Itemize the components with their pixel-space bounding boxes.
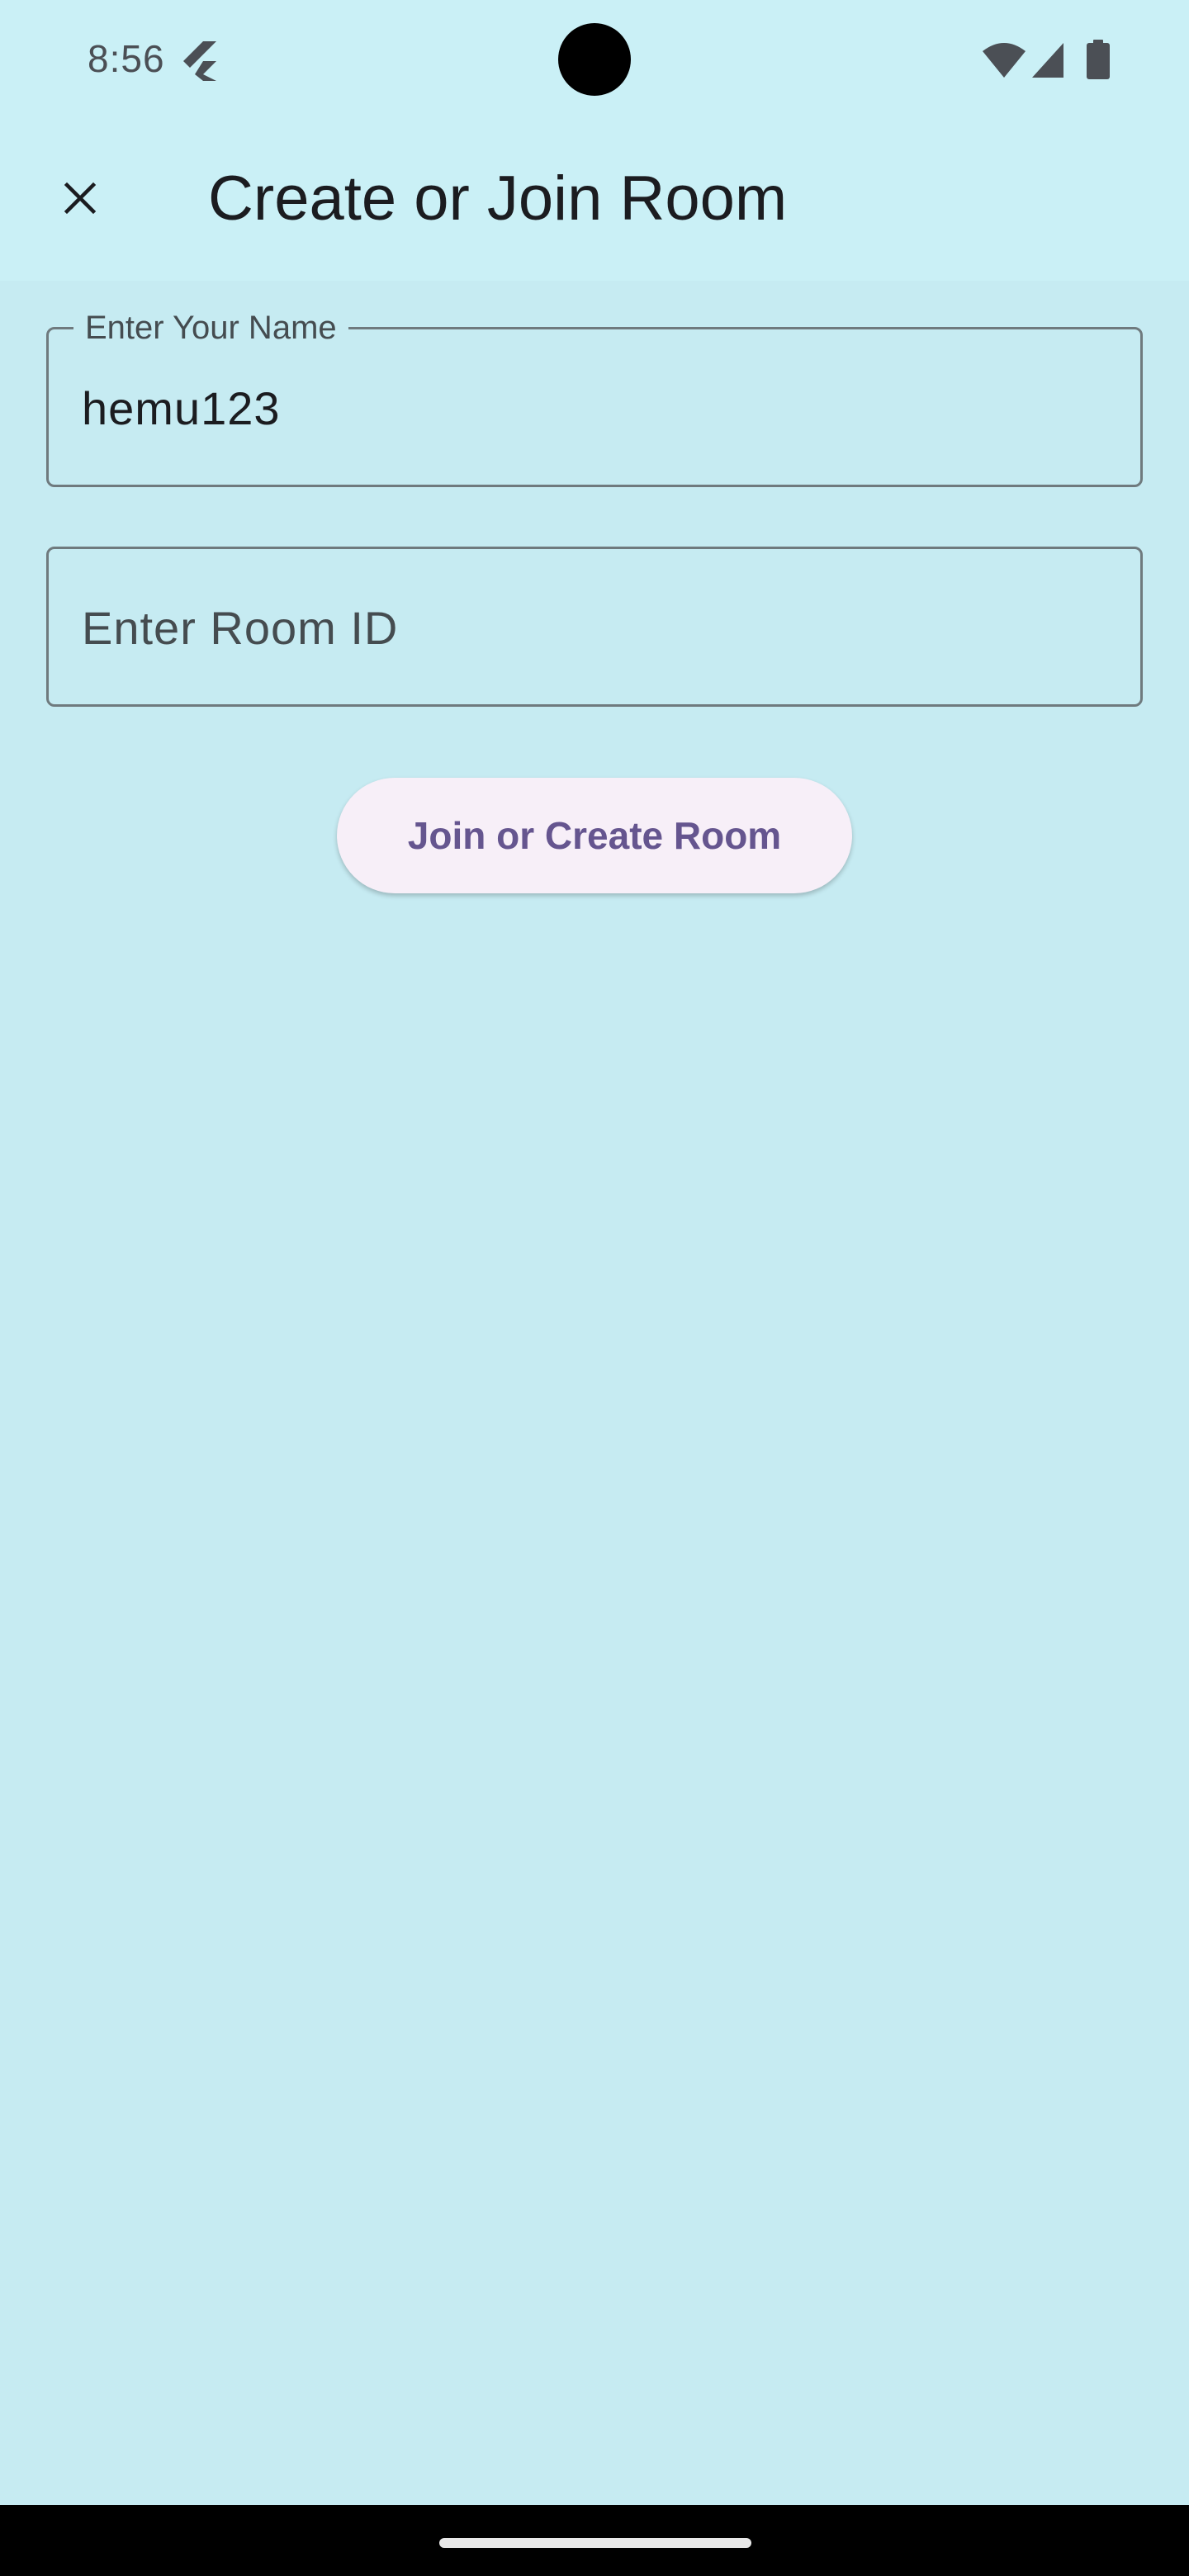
home-indicator[interactable] [439, 2538, 751, 2548]
page-title: Create or Join Room [208, 163, 788, 234]
join-or-create-room-button[interactable]: Join or Create Room [337, 778, 852, 893]
top-area: 8:56 Create or Join Room [0, 0, 1189, 281]
status-time: 8:56 [88, 37, 165, 80]
room-id-input[interactable] [82, 590, 1106, 665]
signal-icon [1032, 43, 1063, 78]
name-field-label: Enter Your Name [73, 306, 348, 349]
name-input[interactable] [82, 371, 1106, 445]
wifi-icon [983, 43, 1026, 78]
flutter-app-icon [183, 41, 216, 81]
close-button[interactable] [41, 159, 119, 237]
room-id-field[interactable] [46, 547, 1143, 707]
name-field[interactable]: Enter Your Name [46, 306, 1143, 487]
screen: 8:56 Create or Join Room Enter Your Name… [0, 0, 1189, 2576]
navigation-bar [0, 2505, 1189, 2576]
status-bar: 8:56 [0, 0, 1189, 116]
battery-icon [1087, 40, 1110, 79]
camera-cutout [558, 23, 631, 96]
app-bar: Create or Join Room [0, 116, 1189, 281]
close-icon [64, 182, 97, 215]
